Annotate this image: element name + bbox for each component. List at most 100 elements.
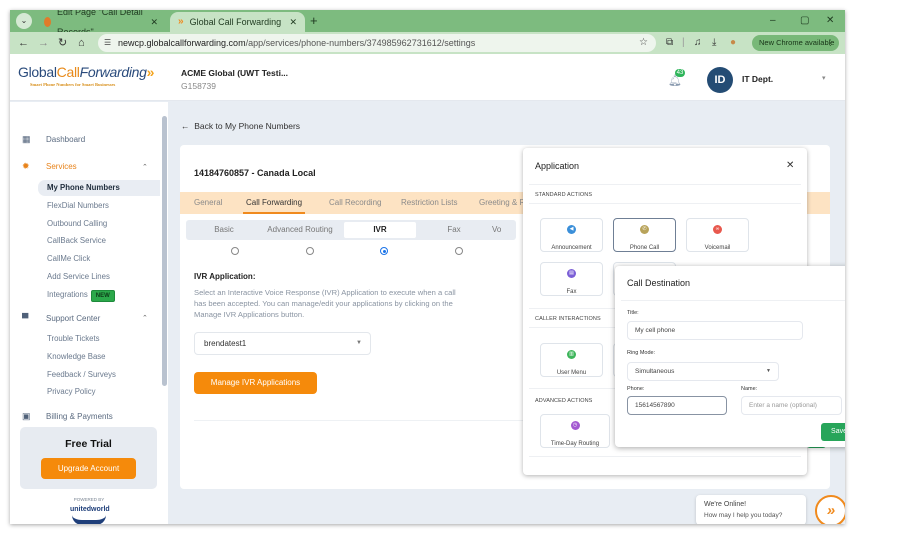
sidebar-item-billing-payments[interactable]: ▣ Billing & Payments: [22, 411, 113, 422]
chat-launcher-button[interactable]: »: [815, 495, 845, 524]
more-menu-icon[interactable]: ⋮: [827, 35, 835, 51]
action-announcement[interactable]: ◀ Announcement: [540, 218, 603, 252]
sidebar: ▦ Dashboard ✹ Services ⌃ My Phone Number…: [10, 102, 168, 524]
sidebar-section-support-center[interactable]: ▀ Support Center ⌃: [22, 313, 162, 323]
sidebar-item-outbound-calling[interactable]: Outbound Calling: [38, 216, 160, 232]
gear-icon: ✹: [22, 161, 30, 171]
close-tab-icon[interactable]: ✕: [289, 12, 297, 32]
home-icon[interactable]: ⌂: [78, 35, 85, 51]
back-arrow-icon[interactable]: ←: [18, 35, 29, 51]
forwarding-mode-tabs: Basic Advanced Routing IVR Fax Vo: [186, 220, 516, 240]
fax-icon: ▤: [567, 269, 576, 278]
powered-by-label: POWERED BY: [73, 497, 105, 502]
sidebar-scrollbar[interactable]: [162, 116, 167, 386]
ivr-selected-value: brendatest1: [204, 339, 247, 348]
upgrade-account-button[interactable]: Upgrade Account: [41, 458, 136, 479]
ivr-description: Select an Interactive Voice Response (IV…: [194, 288, 456, 319]
forward-arrow-icon[interactable]: →: [38, 35, 49, 51]
new-badge: NEW: [90, 290, 115, 302]
tab-title: Global Call Forwarding: [189, 17, 282, 27]
profile-icon[interactable]: ●: [730, 36, 736, 50]
browser-tab-global-call-forwarding[interactable]: » Global Call Forwarding ✕: [170, 12, 305, 32]
subtab-fax[interactable]: Fax: [416, 220, 492, 240]
ivr-application-label: IVR Application:: [194, 272, 256, 281]
wallet-icon: ▣: [22, 411, 31, 421]
subtab-voicemail[interactable]: Vo: [492, 220, 516, 240]
sidebar-label: Dashboard: [46, 135, 86, 144]
tab-call-recording[interactable]: Call Recording: [329, 192, 381, 214]
chat-online-text: We're Online!: [704, 501, 747, 508]
gcf-logo[interactable]: GlobalCallForwarding»: [18, 64, 154, 80]
logo-forwarding: Forwarding: [79, 64, 147, 80]
section-advanced-actions: ADVANCED ACTIONS: [535, 398, 593, 404]
subtab-advanced-routing[interactable]: Advanced Routing: [262, 220, 338, 240]
action-fax[interactable]: ▤ Fax: [540, 262, 603, 296]
action-voicemail[interactable]: ∞ Voicemail: [686, 218, 749, 252]
action-user-menu[interactable]: ▥ User Menu: [540, 343, 603, 377]
manage-ivr-applications-button[interactable]: Manage IVR Applications: [194, 372, 317, 394]
name-input[interactable]: Enter a name (optional): [741, 396, 842, 415]
subtab-basic[interactable]: Basic: [186, 220, 262, 240]
new-tab-button[interactable]: +: [310, 12, 318, 30]
action-phone-call[interactable]: ✆ Phone Call: [613, 218, 676, 252]
clock-icon: ◷: [570, 421, 580, 430]
tab-general[interactable]: General: [194, 192, 222, 214]
address-bar[interactable]: ☰ newcp.globalcallforwarding.com/app/ser…: [98, 34, 656, 52]
minimize-button[interactable]: –: [770, 12, 776, 30]
user-name[interactable]: IT Dept.: [742, 74, 773, 84]
bookmark-star-icon[interactable]: ☆: [639, 34, 648, 52]
extensions-icon[interactable]: ⧉: [666, 36, 673, 50]
chat-greeting-bubble[interactable]: We're Online! How may I help you today?: [696, 495, 806, 524]
new-chrome-available-button[interactable]: New Chrome available ⋮: [752, 35, 839, 51]
back-to-phone-numbers-link[interactable]: ← Back to My Phone Numbers: [181, 121, 300, 131]
sidebar-item-integrations[interactable]: Integrations NEW: [38, 287, 160, 303]
sidebar-item-callme-click[interactable]: CallMe Click: [38, 251, 160, 267]
account-id: G158739: [181, 81, 216, 91]
radio-advanced-routing[interactable]: [306, 247, 314, 255]
maximize-button[interactable]: ▢: [800, 12, 809, 30]
close-icon[interactable]: ✕: [786, 160, 794, 171]
back-arrow-icon: ←: [181, 121, 190, 131]
radio-basic[interactable]: [231, 247, 239, 255]
save-changes-button[interactable]: Save Changes: [821, 423, 845, 441]
phone-icon: ✆: [640, 225, 649, 234]
download-icon[interactable]: ⤓: [712, 36, 716, 50]
radio-ivr[interactable]: [380, 247, 388, 255]
sidebar-section-services[interactable]: ✹ Services ⌃: [22, 161, 162, 172]
site-info-icon[interactable]: ☰: [104, 34, 111, 52]
sidebar-item-flexdial-numbers[interactable]: FlexDial Numbers: [38, 198, 160, 214]
tab-search-button[interactable]: ⌄: [16, 13, 32, 29]
back-link-label: Back to My Phone Numbers: [194, 121, 301, 131]
sidebar-item-feedback-surveys[interactable]: Feedback / Surveys: [38, 367, 160, 383]
tab-restriction-lists[interactable]: Restriction Lists: [401, 192, 457, 214]
app-header: GlobalCallForwarding» Smart Phone Number…: [10, 54, 845, 101]
logo-chevron-icon: »: [146, 64, 155, 80]
sidebar-item-knowledge-base[interactable]: Knowledge Base: [38, 349, 160, 365]
ring-mode-select[interactable]: Simultaneous ▼: [627, 362, 779, 381]
sidebar-item-callback-service[interactable]: CallBack Service: [38, 233, 160, 249]
ivr-application-select[interactable]: brendatest1 ▼: [194, 332, 371, 355]
radio-fax[interactable]: [455, 247, 463, 255]
sidebar-item-privacy-policy[interactable]: Privacy Policy: [38, 384, 160, 400]
phone-input[interactable]: 15614567890: [627, 396, 727, 415]
subtab-ivr[interactable]: IVR: [344, 222, 416, 238]
chevron-down-icon[interactable]: ▾: [822, 74, 826, 82]
browser-tab-edit-page[interactable]: Edit Page "Call Detail Records" ✕: [36, 10, 166, 37]
media-control-icon[interactable]: ♫: [694, 36, 702, 50]
sidebar-item-my-phone-numbers[interactable]: My Phone Numbers: [38, 180, 160, 196]
reload-icon[interactable]: ↻: [58, 35, 67, 51]
logo-tagline: Smart Phone Numbers for Smart Businesses: [30, 82, 116, 87]
close-window-button[interactable]: ✕: [826, 12, 834, 30]
sidebar-label: Billing & Payments: [46, 412, 113, 421]
action-time-day-routing[interactable]: ◷ Time-Day Routing: [540, 414, 610, 448]
avatar[interactable]: ID: [707, 67, 733, 93]
browser-toolbar: ← → ↻ ⌂ ☰ newcp.globalcallforwarding.com…: [10, 32, 845, 54]
tab-call-forwarding[interactable]: Call Forwarding: [243, 192, 306, 214]
title-input[interactable]: My cell phone: [627, 321, 803, 340]
tab-greeting[interactable]: Greeting & Ri: [479, 192, 527, 214]
section-caller-interactions: CALLER INTERACTIONS: [535, 316, 601, 322]
sidebar-item-add-service-lines[interactable]: Add Service Lines: [38, 269, 160, 285]
close-tab-icon[interactable]: ✕: [150, 12, 158, 32]
sidebar-item-trouble-tickets[interactable]: Trouble Tickets: [38, 331, 160, 347]
sidebar-item-dashboard[interactable]: ▦ Dashboard: [22, 134, 85, 145]
